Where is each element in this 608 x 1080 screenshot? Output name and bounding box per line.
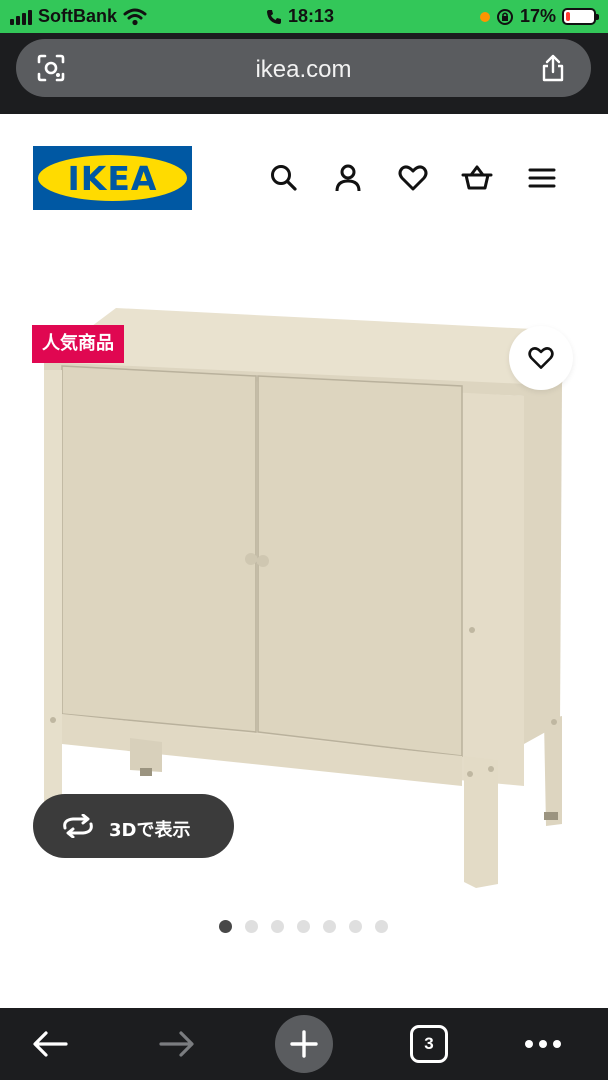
menu-icon[interactable] xyxy=(526,162,558,194)
popular-badge: 人気商品 xyxy=(32,325,124,363)
pagination-dot[interactable] xyxy=(297,920,310,933)
phone-icon xyxy=(267,9,281,24)
view-in-3d-label: 3Dで表示 xyxy=(109,820,191,841)
pagination-dot[interactable] xyxy=(323,920,336,933)
status-left: SoftBank xyxy=(10,6,147,27)
pagination-dot[interactable] xyxy=(271,920,284,933)
rotation-lock-icon xyxy=(496,8,513,25)
image-pagination[interactable] xyxy=(219,920,388,933)
site-header: IKEA xyxy=(0,114,608,244)
product-gallery[interactable]: 人気商品 3Dで表示 xyxy=(0,244,608,1008)
wifi-icon xyxy=(123,8,147,25)
account-icon[interactable] xyxy=(332,162,364,194)
status-center: 18:13 xyxy=(266,6,334,27)
add-to-favorites-button[interactable] xyxy=(509,326,573,390)
address-bar[interactable]: ikea.com xyxy=(16,39,591,97)
pagination-dot[interactable] xyxy=(349,920,362,933)
pagination-dot[interactable] xyxy=(245,920,258,933)
pagination-dot[interactable] xyxy=(219,920,232,933)
heart-icon xyxy=(528,347,554,369)
carrier-name: SoftBank xyxy=(38,6,118,26)
recording-indicator-icon xyxy=(479,11,490,22)
tab-switcher-button[interactable]: 3 xyxy=(410,1025,448,1063)
rotate-3d-icon xyxy=(63,814,93,838)
signal-icon xyxy=(10,9,32,25)
pagination-dot[interactable] xyxy=(375,920,388,933)
status-bar: SoftBank 18:13 17% xyxy=(0,0,608,33)
favorites-icon[interactable] xyxy=(397,162,429,194)
new-tab-button[interactable] xyxy=(275,1015,333,1073)
forward-arrow-icon[interactable] xyxy=(157,1028,197,1060)
plus-icon xyxy=(290,1030,318,1058)
search-icon[interactable] xyxy=(268,162,300,194)
clock: 18:13 xyxy=(288,6,335,26)
battery-fill xyxy=(566,12,570,21)
status-right: 17% xyxy=(479,6,599,27)
url-text[interactable]: ikea.com xyxy=(16,56,591,84)
browser-toolbar: ikea.com xyxy=(0,33,608,114)
cart-icon[interactable] xyxy=(461,162,493,194)
back-arrow-icon[interactable] xyxy=(30,1028,70,1060)
view-in-3d-button[interactable]: 3Dで表示 xyxy=(33,794,234,858)
share-icon[interactable] xyxy=(538,53,568,83)
logo-text: IKEA xyxy=(67,159,158,198)
battery-icon xyxy=(562,8,599,25)
battery-percent: 17% xyxy=(519,6,556,26)
ikea-logo[interactable]: IKEA xyxy=(33,146,192,210)
browser-bottom-bar: 3 xyxy=(0,1008,608,1080)
more-options-icon[interactable] xyxy=(523,1038,563,1050)
